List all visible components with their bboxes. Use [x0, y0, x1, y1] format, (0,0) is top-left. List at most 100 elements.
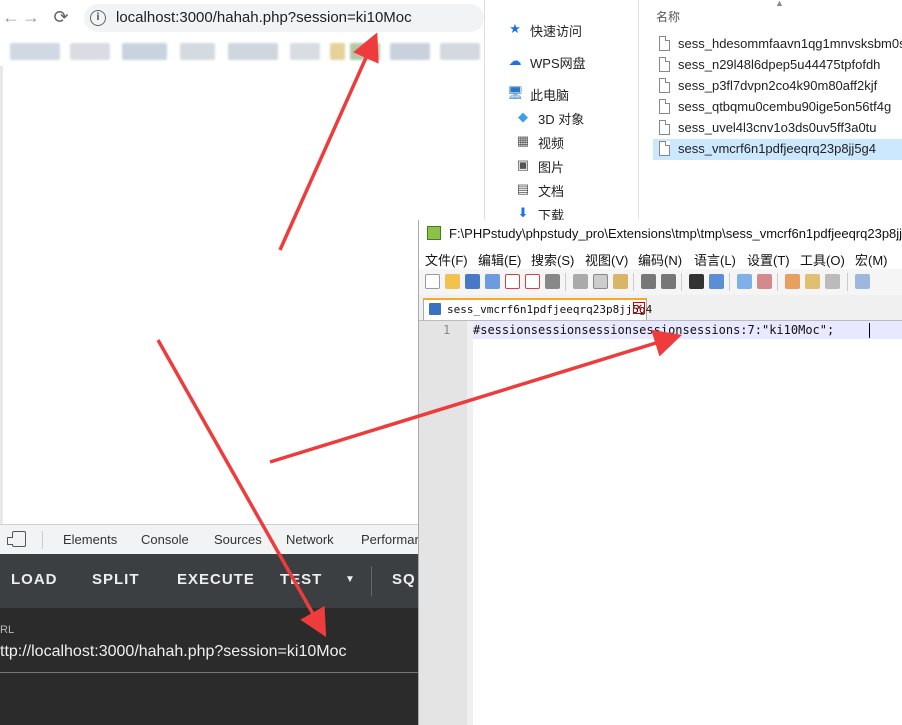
file-row-selected[interactable]: sess_vmcrf6n1pdfjeeqrq23p8jj5g4 — [653, 139, 902, 160]
bookmark-item[interactable] — [330, 43, 345, 60]
save-all-icon[interactable] — [485, 274, 500, 289]
bookmark-item[interactable] — [122, 43, 167, 60]
text-caret — [869, 323, 870, 338]
bookmark-item[interactable] — [290, 43, 320, 60]
url-input[interactable]: ttp://localhost:3000/hahah.php?session=k… — [0, 643, 346, 661]
divider — [565, 273, 566, 291]
tab-console[interactable]: Console — [141, 532, 189, 547]
info-icon[interactable]: i — [90, 10, 106, 26]
split-button[interactable]: SPLIT — [92, 571, 140, 588]
word-wrap-icon[interactable] — [805, 274, 820, 289]
nav-item-wps-cloud[interactable]: WPS网盘 — [530, 53, 586, 72]
redo-icon[interactable] — [661, 274, 676, 289]
new-file-icon[interactable] — [425, 274, 440, 289]
nav-item-this-pc[interactable]: 此电脑 — [530, 85, 569, 104]
file-row[interactable]: sess_p3fl7dvpn2co4k90m80aff2kjf — [653, 76, 902, 97]
all-chars-icon[interactable] — [825, 274, 840, 289]
download-icon: ⬇ — [517, 205, 529, 220]
computer-icon: 🖥 — [507, 85, 524, 100]
execute-button[interactable]: EXECUTE — [177, 571, 255, 588]
bookmark-item[interactable] — [180, 43, 215, 60]
bookmark-item[interactable] — [440, 43, 480, 60]
menu-search[interactable]: 搜索(S) — [531, 250, 574, 269]
file-row[interactable]: sess_uvel4l3cnv1o3ds0uv5ff3a0tu — [653, 118, 902, 139]
file-icon — [659, 99, 670, 114]
paste-icon[interactable] — [613, 274, 628, 289]
menu-tools[interactable]: 工具(O) — [800, 250, 845, 269]
forward-arrow-icon[interactable]: → — [20, 6, 42, 28]
undo-icon[interactable] — [641, 274, 656, 289]
notepad-app-icon — [427, 226, 441, 240]
menu-macro[interactable]: 宏(M) — [855, 250, 888, 269]
nav-item-videos[interactable]: 视频 — [538, 133, 564, 152]
nav-item-documents[interactable]: 文档 — [538, 181, 564, 200]
tab-sources[interactable]: Sources — [214, 532, 262, 547]
menu-view[interactable]: 视图(V) — [585, 250, 628, 269]
window-title: F:\PHPstudy\phpstudy_pro\Extensions\tmp\… — [449, 226, 902, 241]
editor-area[interactable]: 1 #sessionsessionsessionsessionsessions:… — [419, 321, 902, 725]
cut-icon[interactable] — [573, 274, 588, 289]
back-arrow-icon[interactable]: ← — [0, 6, 22, 28]
test-dropdown-button[interactable]: TEST — [280, 571, 322, 588]
bookmarks-bar — [0, 36, 490, 66]
file-name: sess_qtbqmu0cembu90ige5on56tf4g — [678, 99, 892, 114]
floppy-icon — [429, 303, 441, 315]
nav-item-3d-objects[interactable]: 3D 对象 — [538, 109, 584, 128]
menu-settings[interactable]: 设置(T) — [747, 250, 790, 269]
load-button[interactable]: LOAD — [11, 571, 58, 588]
file-row[interactable]: sess_qtbqmu0cembu90ige5on56tf4g — [653, 97, 902, 118]
bookmark-item[interactable] — [228, 43, 278, 60]
divider — [371, 566, 372, 596]
file-row[interactable]: sess_hdesommfaavn1qg1mnvsksbm0s — [653, 34, 902, 55]
save-icon[interactable] — [465, 274, 480, 289]
replace-icon[interactable] — [709, 274, 724, 289]
open-file-icon[interactable] — [445, 274, 460, 289]
menu-encoding[interactable]: 编码(N) — [638, 250, 682, 269]
address-bar[interactable]: i localhost:3000/hahah.php?session=ki10M… — [84, 4, 484, 32]
file-explorer-window: ★ 快速访问 ☁ WPS网盘 🖥 此电脑 ◆ 3D 对象 ▦ 视频 ▣ 图片 ▤… — [484, 0, 902, 223]
menu-edit[interactable]: 编辑(E) — [478, 250, 521, 269]
copy-icon[interactable] — [593, 274, 608, 289]
zoom-out-icon[interactable] — [757, 274, 772, 289]
find-icon[interactable] — [689, 274, 704, 289]
close-all-icon[interactable] — [525, 274, 540, 289]
address-text[interactable]: localhost:3000/hahah.php?session=ki10Moc — [116, 9, 412, 26]
line-number: 1 — [443, 323, 451, 337]
print-icon[interactable] — [545, 274, 560, 289]
file-icon — [659, 36, 670, 51]
file-icon — [659, 78, 670, 93]
reload-icon[interactable]: ⟳ — [50, 6, 72, 28]
tab-network[interactable]: Network — [286, 532, 334, 547]
close-file-icon[interactable] — [505, 274, 520, 289]
close-icon[interactable]: × — [633, 302, 645, 314]
divider — [0, 672, 418, 673]
sort-ascending-icon[interactable]: ▲ — [775, 0, 784, 8]
tab-performance[interactable]: Performar — [361, 532, 419, 547]
tab-elements[interactable]: Elements — [63, 532, 117, 547]
divider — [42, 531, 43, 549]
code-line[interactable]: #sessionsessionsessionsessionsessions:7:… — [473, 323, 834, 337]
chevron-down-icon[interactable]: ▼ — [345, 574, 355, 585]
indent-guide-icon[interactable] — [855, 274, 870, 289]
bookmark-item[interactable] — [70, 43, 110, 60]
file-icon — [659, 120, 670, 135]
file-name: sess_vmcrf6n1pdfjeeqrq23p8jj5g4 — [678, 141, 877, 156]
zoom-in-icon[interactable] — [737, 274, 752, 289]
menu-language[interactable]: 语言(L) — [694, 250, 736, 269]
sqli-dropdown-button[interactable]: SQ — [392, 571, 416, 588]
bookmark-item[interactable] — [350, 43, 380, 60]
notepad-window: F:\PHPstudy\phpstudy_pro\Extensions\tmp\… — [418, 220, 902, 725]
nav-item-pictures[interactable]: 图片 — [538, 157, 564, 176]
file-row[interactable]: sess_n29l48l6dpep5u44475tpfofdh — [653, 55, 902, 76]
device-toolbar-icon[interactable] — [7, 531, 26, 547]
hackbar-url-area: RL ttp://localhost:3000/hahah.php?sessio… — [0, 608, 420, 725]
editor-tab[interactable]: sess_vmcrf6n1pdfjeeqrq23p8jj5g4 × — [423, 298, 652, 320]
document-icon: ▤ — [516, 181, 530, 196]
menu-file[interactable]: 文件(F) — [425, 250, 468, 269]
cloud-icon: ☁ — [508, 53, 522, 68]
column-header-name[interactable]: 名称 — [656, 8, 680, 25]
sync-scroll-icon[interactable] — [785, 274, 800, 289]
bookmark-item[interactable] — [10, 43, 60, 60]
bookmark-item[interactable] — [390, 43, 430, 60]
nav-item-quick-access[interactable]: 快速访问 — [530, 21, 582, 40]
